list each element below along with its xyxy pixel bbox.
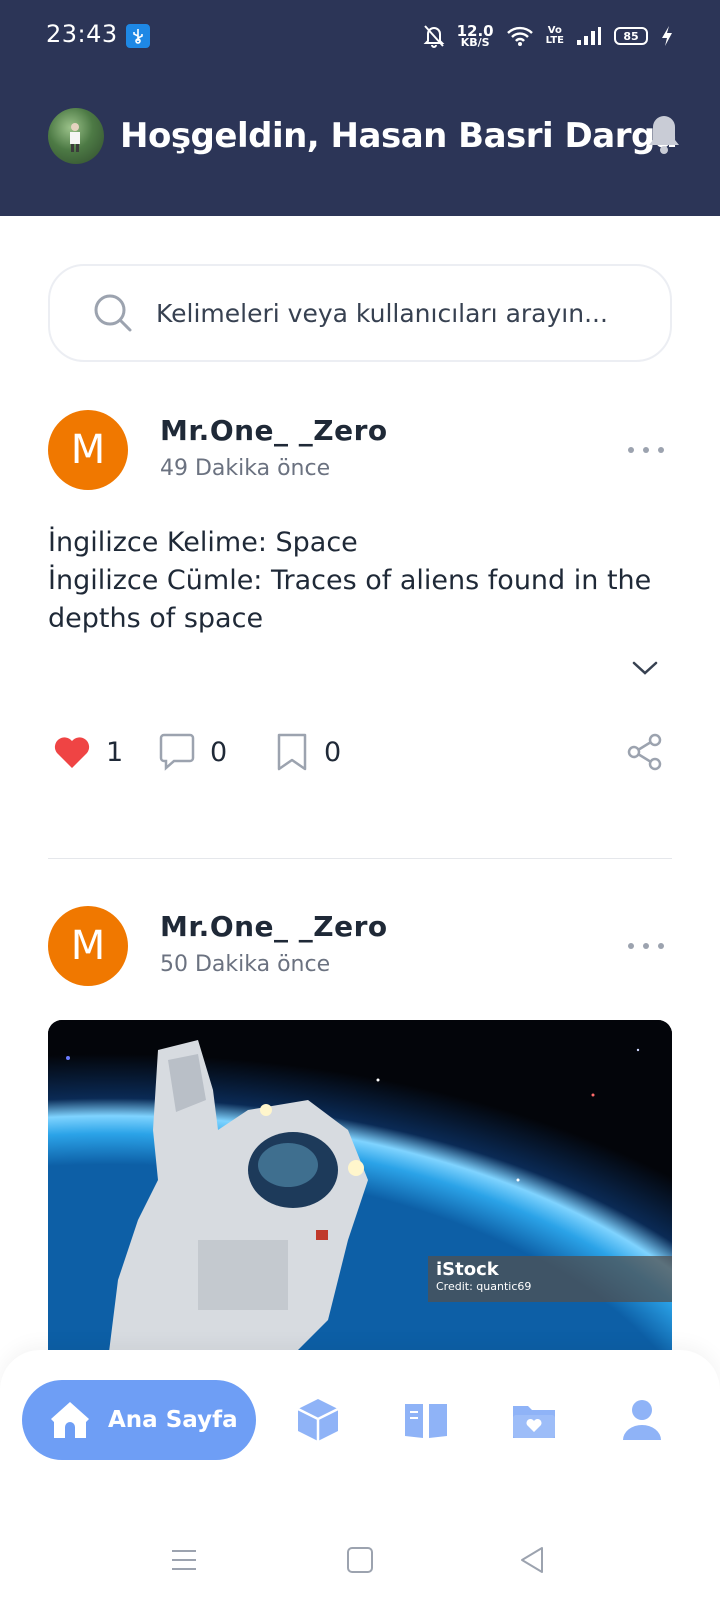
status-bar: 23:43 12.0 KB/S Vo LTE 85 — [0, 0, 720, 72]
search-input[interactable] — [156, 298, 656, 328]
profile-icon[interactable] — [618, 1396, 666, 1444]
post-sentence-line: İngilizce Cümle: Traces of aliens found … — [48, 565, 652, 634]
home-icon — [51, 1402, 89, 1438]
bookmark-icon — [277, 733, 307, 771]
post-word-line: İngilizce Kelime: Space — [48, 527, 358, 558]
status-time: 23:43 — [46, 20, 118, 48]
image-watermark: iStock Credit: quantic69 — [428, 1256, 672, 1302]
more-options-button[interactable] — [628, 440, 664, 460]
back-icon[interactable] — [516, 1544, 548, 1576]
usb-icon — [126, 24, 150, 48]
post-image[interactable]: iStock Credit: quantic69 — [48, 1020, 672, 1360]
post-divider — [48, 858, 672, 859]
user-avatar[interactable] — [48, 108, 104, 164]
network-speed: 12.0 KB/S — [456, 22, 494, 49]
search-icon — [94, 294, 132, 332]
post-username[interactable]: Mr.One_ _Zero — [160, 910, 388, 943]
home-square-icon[interactable] — [344, 1544, 376, 1576]
post-avatar[interactable]: M — [48, 410, 128, 490]
wifi-icon — [506, 26, 533, 46]
notification-bell-icon[interactable] — [646, 112, 682, 156]
welcome-title: Hoşgeldin, Hasan Basri Darga — [120, 116, 678, 156]
post-username[interactable]: Mr.One_ _Zero — [160, 414, 388, 447]
like-button[interactable]: 1 — [52, 728, 123, 776]
post-time: 49 Dakika önce — [160, 456, 331, 481]
status-icons: 12.0 KB/S Vo LTE 85 — [423, 20, 674, 52]
comment-icon — [159, 733, 195, 771]
save-count: 0 — [324, 736, 342, 768]
charging-icon — [662, 26, 672, 46]
post-time: 50 Dakika önce — [160, 952, 331, 977]
share-icon[interactable] — [626, 732, 664, 772]
battery-indicator: 85 — [614, 27, 648, 45]
app-header: 23:43 12.0 KB/S Vo LTE 85 Hoşgeldin, Hasan… — [0, 0, 720, 216]
mute-bell-icon — [423, 25, 445, 48]
post-avatar[interactable]: M — [48, 906, 128, 986]
menu-icon[interactable] — [168, 1544, 200, 1576]
astronaut-image — [48, 1020, 672, 1360]
post-header: M Mr.One_ _Zero 49 Dakika önce — [48, 410, 672, 490]
chevron-down-icon[interactable] — [630, 658, 660, 678]
post-actions: 1 0 0 — [48, 728, 672, 776]
post-text: İngilizce Kelime: Space İngilizce Cümle:… — [48, 524, 672, 638]
nav-home-label: Ana Sayfa — [108, 1407, 238, 1433]
book-icon[interactable] — [402, 1396, 450, 1444]
nav-home-button[interactable]: Ana Sayfa — [22, 1380, 256, 1460]
welcome-row: Hoşgeldin, Hasan Basri Darga — [48, 108, 682, 164]
signal-icon — [577, 27, 601, 45]
save-button[interactable]: 0 — [274, 728, 341, 776]
post-header: M Mr.One_ _Zero 50 Dakika önce — [48, 906, 672, 986]
volte-indicator: Vo LTE — [545, 25, 564, 46]
folder-icon[interactable] — [510, 1396, 558, 1444]
heart-icon — [54, 737, 90, 768]
comment-count: 0 — [210, 736, 228, 768]
cube-icon[interactable] — [294, 1396, 342, 1444]
more-options-button[interactable] — [628, 936, 664, 956]
comment-button[interactable]: 0 — [158, 728, 227, 776]
search-bar[interactable] — [48, 264, 672, 362]
system-navigation — [0, 1530, 720, 1600]
like-count: 1 — [106, 736, 124, 768]
